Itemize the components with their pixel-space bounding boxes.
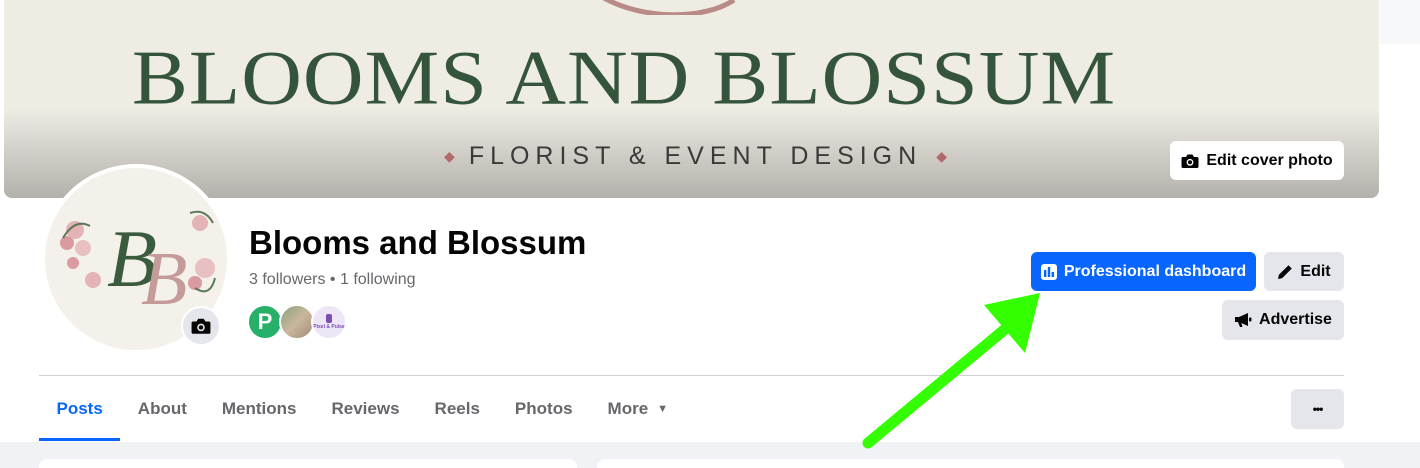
cover-tagline-text: FLORIST & EVENT DESIGN — [468, 142, 923, 170]
update-profile-picture-button[interactable] — [181, 306, 221, 346]
tab-more[interactable]: More ▼ — [590, 377, 686, 441]
annotation-arrow-icon — [862, 293, 1040, 449]
tab-photos[interactable]: Photos — [497, 377, 590, 441]
tab-mentions[interactable]: Mentions — [204, 377, 314, 441]
profile-tabs: Posts About Mentions Reviews Reels Photo… — [39, 377, 686, 441]
pixel-pulse-icon — [326, 314, 332, 323]
pencil-icon — [1278, 264, 1293, 279]
follower-avatars[interactable]: P Pixel & Pulse — [247, 304, 347, 340]
monogram-b2: B — [141, 237, 187, 321]
advertise-button[interactable]: Advertise — [1222, 300, 1344, 340]
tab-reels[interactable]: Reels — [417, 377, 497, 441]
follower-avatar-person-photo[interactable] — [279, 304, 315, 340]
follower-avatar-p-logo[interactable]: P — [247, 304, 283, 340]
intro-card — [39, 459, 577, 468]
edit-cover-photo-label: Edit cover photo — [1206, 151, 1333, 169]
tab-reviews[interactable]: Reviews — [314, 377, 417, 441]
more-options-button[interactable]: ••• — [1291, 389, 1344, 429]
tab-posts-label: Posts — [56, 399, 103, 418]
diamond-right-icon: ◆ — [936, 148, 947, 164]
diamond-left-icon: ◆ — [444, 148, 455, 164]
header-divider — [39, 375, 1344, 376]
megaphone-icon — [1235, 313, 1252, 327]
follower-avatar-pixel-pulse[interactable]: Pixel & Pulse — [311, 304, 347, 340]
tab-reviews-label: Reviews — [331, 399, 400, 418]
edit-cover-photo-button[interactable]: Edit cover photo — [1170, 141, 1344, 180]
tab-more-label: More — [607, 399, 649, 418]
caret-down-icon: ▼ — [657, 403, 669, 415]
more-options-icon: ••• — [1312, 402, 1324, 416]
tab-posts[interactable]: Posts — [39, 377, 121, 441]
professional-dashboard-label: Professional dashboard — [1063, 262, 1247, 280]
pixel-pulse-text: Pixel & Pulse — [313, 324, 345, 330]
right-strip — [1380, 0, 1420, 44]
camera-icon — [191, 318, 211, 334]
page-title: Blooms and Blossum — [249, 224, 587, 261]
professional-dashboard-button[interactable]: Professional dashboard — [1031, 252, 1256, 291]
cover-flourish-decoration — [602, 0, 736, 15]
advertise-label: Advertise — [1259, 311, 1332, 328]
tab-about-label: About — [137, 399, 187, 418]
cover-brand-text: BLOOMS AND BLOSSUM — [131, 35, 1117, 121]
camera-icon — [1181, 154, 1199, 168]
tab-reels-label: Reels — [434, 399, 480, 418]
tab-photos-label: Photos — [514, 399, 573, 418]
tab-mentions-label: Mentions — [221, 399, 297, 418]
bar-chart-icon — [1040, 263, 1057, 280]
follower-stats[interactable]: 3 followers • 1 following — [249, 271, 416, 289]
edit-page-button[interactable]: Edit — [1264, 252, 1344, 291]
p-logo-letter: P — [257, 309, 273, 334]
posts-card — [597, 459, 1344, 468]
edit-label: Edit — [1300, 262, 1331, 280]
tab-about[interactable]: About — [120, 377, 204, 441]
